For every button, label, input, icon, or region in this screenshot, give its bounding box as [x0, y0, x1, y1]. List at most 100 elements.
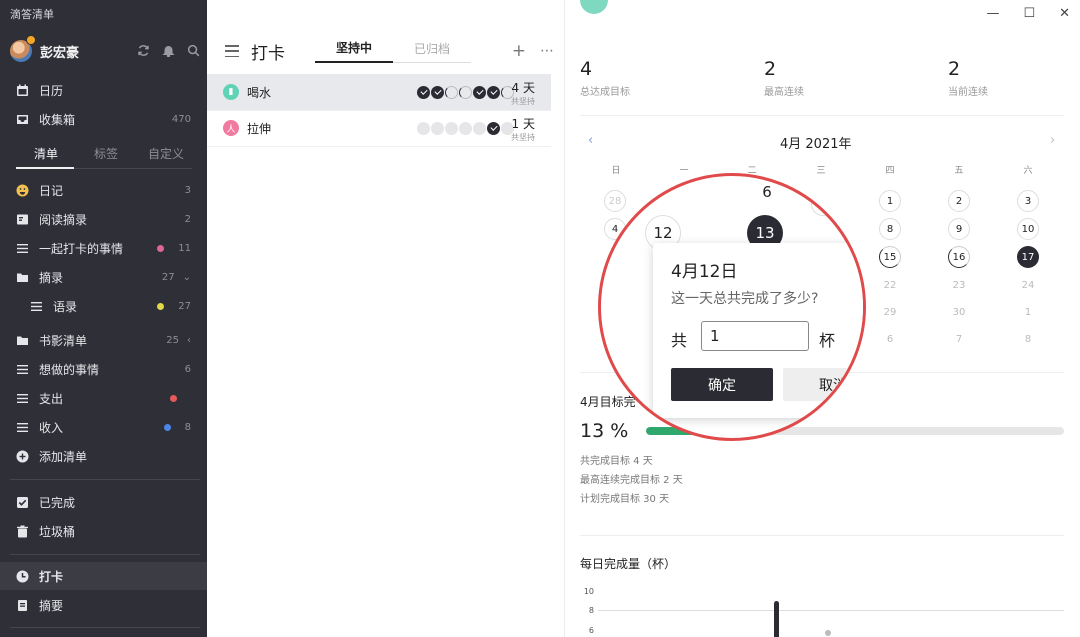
daily-chart-title: 每日完成量（杯） — [580, 557, 677, 571]
document-icon — [16, 599, 29, 612]
sidebar-item-summary[interactable]: 摘要 — [0, 591, 207, 619]
tab-ongoing[interactable]: 坚持中 — [315, 39, 393, 63]
next-month-icon[interactable]: › — [1050, 133, 1055, 148]
trash-icon — [16, 525, 29, 538]
tab-tags[interactable]: 标签 — [76, 145, 136, 167]
sync-icon[interactable] — [137, 42, 150, 61]
habit-name: 拉伸 — [247, 121, 272, 136]
weekday: 五 — [954, 166, 964, 176]
calendar-day[interactable]: 10 — [1017, 218, 1039, 240]
weekday: 四 — [885, 166, 895, 176]
calendar-day[interactable]: 6 — [749, 176, 785, 210]
chevron-down-icon[interactable]: ⌄ — [183, 272, 191, 283]
cancel-button[interactable]: 取消 — [783, 368, 863, 401]
check-day[interactable] — [431, 85, 444, 99]
username[interactable]: 彭宏豪 — [40, 42, 137, 61]
goal-stat-line: 最高连续完成目标 2 天 — [580, 475, 683, 486]
calendar-day[interactable]: 7 — [948, 328, 970, 350]
sidebar-item-inbox[interactable]: 收集箱 470 — [0, 105, 207, 133]
more-icon[interactable]: ⋯ — [540, 43, 555, 59]
close-icon[interactable]: ✕ — [1059, 6, 1070, 21]
calendar-day[interactable]: 28 — [604, 190, 626, 212]
check-day[interactable] — [473, 85, 486, 99]
calendar-day[interactable]: 23 — [948, 274, 970, 296]
sidebar-item-calendar[interactable]: 日历 — [0, 76, 207, 104]
calendar-day[interactable]: 30 — [948, 301, 970, 323]
calendar-day[interactable]: 9 — [948, 218, 970, 240]
check-day[interactable] — [431, 121, 444, 135]
magnifier-overlay: 6 31 12 13 15 22 29 4月12日 这一天总共完成了多少? 共 … — [598, 173, 866, 441]
user-row[interactable]: 彭宏豪 — [10, 35, 200, 64]
sidebar-folder-excerpts[interactable]: 摘录 27 ⌄ — [0, 263, 207, 291]
inbox-icon — [16, 113, 29, 126]
sidebar-item-trash[interactable]: 垃圾桶 — [0, 517, 207, 545]
tab-custom[interactable]: 自定义 — [136, 145, 196, 167]
calendar-day[interactable]: 29 — [879, 301, 901, 323]
check-day[interactable] — [473, 121, 486, 135]
list-icon — [16, 242, 29, 255]
sidebar-item-quotes[interactable]: 语录 27 — [0, 292, 207, 320]
goal-stat-line: 计划完成目标 30 天 — [580, 494, 670, 505]
list-icon — [16, 363, 29, 376]
habit-name: 喝水 — [247, 85, 272, 100]
calendar-day[interactable]: 15 — [879, 246, 901, 268]
weekday: 一 — [679, 166, 689, 176]
sidebar-item-expense[interactable]: 支出 — [0, 384, 207, 412]
search-icon[interactable] — [187, 42, 200, 61]
calendar-day-today[interactable]: 17 — [1017, 246, 1039, 268]
check-day[interactable] — [459, 85, 472, 99]
check-day[interactable] — [445, 85, 458, 99]
tab-archived[interactable]: 已归档 — [393, 40, 471, 63]
tab-lists[interactable]: 清单 — [16, 145, 76, 167]
sidebar-folder-books[interactable]: 书影清单 25 ‹ — [0, 326, 207, 354]
check-day[interactable] — [417, 121, 430, 135]
folder-icon — [16, 271, 29, 284]
check-day[interactable] — [487, 85, 500, 99]
calendar-day[interactable]: 22 — [879, 274, 901, 296]
sidebar-item-wishes[interactable]: 想做的事情 6 — [0, 355, 207, 383]
chevron-left-icon[interactable]: ‹ — [187, 335, 191, 346]
list-icon — [30, 300, 43, 313]
avatar[interactable] — [10, 35, 36, 62]
minimize-icon[interactable]: — — [986, 6, 999, 21]
sidebar-item-reading[interactable]: 阅读摘录 2 — [0, 205, 207, 233]
dialog-prefix: 共 — [671, 331, 688, 350]
sidebar-item-completed[interactable]: 已完成 — [0, 488, 207, 516]
sidebar-item-diary[interactable]: 日记 3 — [0, 176, 207, 204]
check-day[interactable] — [487, 121, 500, 135]
add-icon[interactable]: + — [512, 41, 526, 61]
calendar-day[interactable]: 8 — [879, 218, 901, 240]
calendar-day[interactable]: 2 — [948, 190, 970, 212]
y-tick-label: 6 — [588, 626, 594, 635]
clock-icon — [16, 570, 29, 583]
calendar-day[interactable]: 1 — [879, 190, 901, 212]
goal-percent: 13 % — [580, 420, 629, 442]
weekday: 日 — [611, 166, 621, 176]
calendar-day[interactable]: 1 — [1017, 301, 1039, 323]
habit-row-water[interactable]: ▮ 喝水 4 天 共坚持 — [207, 74, 551, 110]
sidebar-item-income[interactable]: 收入 8 — [0, 413, 207, 441]
habit-list-panel: 打卡 坚持中 已归档 + ⋯ ▮ 喝水 4 天 共坚持 人 拉伸 1 天 共坚持 — [207, 0, 565, 637]
habit-row-stretch[interactable]: 人 拉伸 1 天 共坚持 — [207, 110, 551, 146]
check-day[interactable] — [459, 121, 472, 135]
calendar-day[interactable]: 6 — [879, 328, 901, 350]
streak-count: 1 天 共坚持 — [511, 117, 535, 142]
folder-icon — [16, 334, 29, 347]
maximize-icon[interactable]: ☐ — [1023, 6, 1035, 21]
add-list-button[interactable]: 添加清单 — [0, 442, 207, 470]
bell-icon[interactable] — [162, 42, 175, 61]
amount-input[interactable] — [701, 321, 809, 351]
calendar-day[interactable]: 31 — [811, 192, 835, 216]
sidebar-item-checkin[interactable]: 打卡 — [0, 562, 207, 590]
calendar-day[interactable]: 8 — [1017, 328, 1039, 350]
sidebar-item-together[interactable]: 一起打卡的事情 11 — [0, 234, 207, 262]
check-day[interactable] — [417, 85, 430, 99]
calendar-day[interactable]: 16 — [948, 246, 970, 268]
calendar-month: 4月 2021年 — [780, 137, 852, 152]
menu-icon[interactable] — [225, 45, 239, 57]
check-day[interactable] — [445, 121, 458, 135]
confirm-button[interactable]: 确定 — [671, 368, 773, 401]
calendar-day[interactable]: 24 — [1017, 274, 1039, 296]
calendar-day[interactable]: 3 — [1017, 190, 1039, 212]
prev-month-icon[interactable]: ‹ — [588, 133, 593, 148]
